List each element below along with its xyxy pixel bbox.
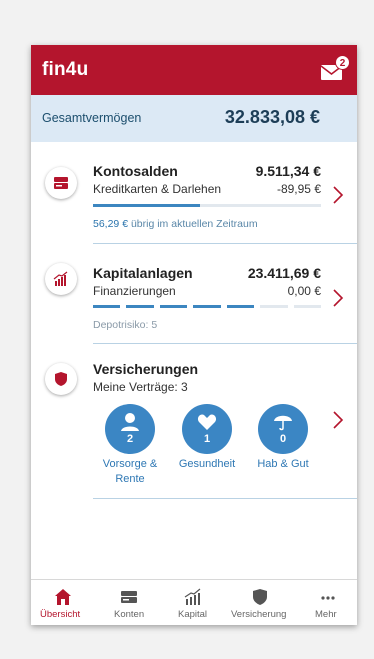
shield-icon (55, 372, 67, 386)
chart-icon (184, 588, 201, 605)
tab-label: Versicherung (231, 609, 287, 620)
budget-remaining-text: übrig im aktuellen Zeitraum (128, 218, 258, 230)
insurance-count: 0 (279, 433, 287, 445)
risk-segment (226, 305, 255, 308)
insurance-count: 2 (126, 433, 134, 445)
budget-progress-bar (93, 204, 321, 207)
kontosalden-card[interactable]: Kontosalden 9.511,34 € Kreditkarten & Da… (31, 142, 357, 244)
risk-segment (293, 305, 321, 308)
phone-frame: fin4u 2 Gesamtvermögen 32.833,08 € Konto… (31, 45, 357, 625)
message-count-badge: 2 (335, 55, 350, 70)
tab-mehr[interactable]: Mehr (305, 580, 351, 625)
home-icon (55, 589, 71, 605)
kontosalden-icon-circle (45, 167, 77, 199)
insurance-gesundheit-label: Gesundheit (178, 458, 236, 470)
card-icon (121, 591, 137, 603)
tab-uebersicht[interactable]: Übersicht (35, 580, 91, 625)
insurance-gesundheit-button[interactable]: 1 (182, 404, 232, 454)
tab-versicherung[interactable]: Versicherung (228, 580, 292, 625)
tab-label: Konten (114, 609, 145, 620)
insurance-label-line2: Rente (115, 473, 145, 485)
kontosalden-title: Kontosalden (93, 163, 178, 179)
depot-risk-meter (93, 305, 321, 308)
kontosalden-sub-amount: -89,95 € (276, 182, 321, 196)
chevron-right-icon[interactable] (331, 288, 345, 308)
kapital-sub: Finanzierungen (93, 284, 176, 298)
versicherungen-title: Versicherungen (93, 361, 199, 377)
person-icon (121, 413, 139, 431)
screen-background: fin4u 2 Gesamtvermögen 32.833,08 € Konto… (0, 0, 374, 659)
tab-konten[interactable]: Konten (104, 580, 154, 625)
tab-kapital[interactable]: Kapital (168, 580, 218, 625)
app-bar: fin4u 2 (31, 45, 357, 95)
kapital-icon-circle (45, 263, 77, 295)
insurance-count: 1 (203, 433, 211, 445)
messages-button[interactable]: 2 (320, 55, 350, 83)
insurance-habgut-label: Hab & Gut (257, 458, 309, 470)
insurance-habgut-button[interactable]: 0 (258, 404, 308, 454)
risk-segment (93, 305, 121, 308)
total-assets-bar[interactable]: Gesamtvermögen 32.833,08 € (31, 95, 357, 142)
versicherung-icon-circle (45, 363, 77, 395)
section-divider (93, 498, 357, 499)
risk-segment (159, 305, 188, 308)
risk-segment (193, 305, 221, 308)
bottom-tab-bar: Übersicht Konten Kapital Versicherung Me… (31, 579, 357, 625)
chart-growth-icon (53, 271, 68, 286)
app-title: fin4u (42, 59, 89, 80)
depot-risk-note: Depotrisiko: 5 (93, 319, 158, 331)
versicherungen-sub: Meine Verträge: 3 (93, 380, 188, 394)
insurance-vorsorge-label: Vorsorge & Rente (93, 457, 167, 487)
versicherungen-card[interactable]: Versicherungen Meine Verträge: 3 2 Vorso… (31, 343, 357, 503)
umbrella-icon (274, 415, 292, 431)
insurance-label-line1: Vorsorge & (102, 458, 158, 470)
chevron-right-icon[interactable] (331, 410, 345, 430)
kontosalden-amount: 9.511,34 € (255, 163, 321, 179)
chevron-right-icon[interactable] (331, 185, 345, 205)
total-assets-value: 32.833,08 € (224, 107, 320, 127)
total-assets-label: Gesamtvermögen (42, 111, 142, 125)
tab-label: Kapital (178, 609, 208, 620)
budget-progress-fill (93, 204, 201, 207)
tab-label: Mehr (315, 609, 337, 620)
heart-icon (197, 414, 217, 430)
risk-segment (260, 305, 288, 308)
kapital-sub-amount: 0,00 € (287, 284, 321, 298)
tab-label: Übersicht (40, 609, 81, 620)
budget-remaining-amount: 56,29 € (93, 218, 129, 230)
insurance-vorsorge-button[interactable]: 2 (105, 404, 155, 454)
risk-segment (126, 305, 154, 308)
budget-remaining-note: 56,29 € übrig im aktuellen Zeitraum (93, 218, 258, 230)
kapitalanlagen-card[interactable]: Kapitalanlagen 23.411,69 € Finanzierunge… (31, 243, 357, 344)
kapital-title: Kapitalanlagen (93, 265, 193, 281)
credit-card-icon (54, 177, 68, 189)
kapital-amount: 23.411,69 € (247, 265, 321, 281)
more-icon (321, 596, 335, 600)
shield-icon (253, 589, 267, 605)
kontosalden-sub: Kreditkarten & Darlehen (93, 182, 222, 196)
